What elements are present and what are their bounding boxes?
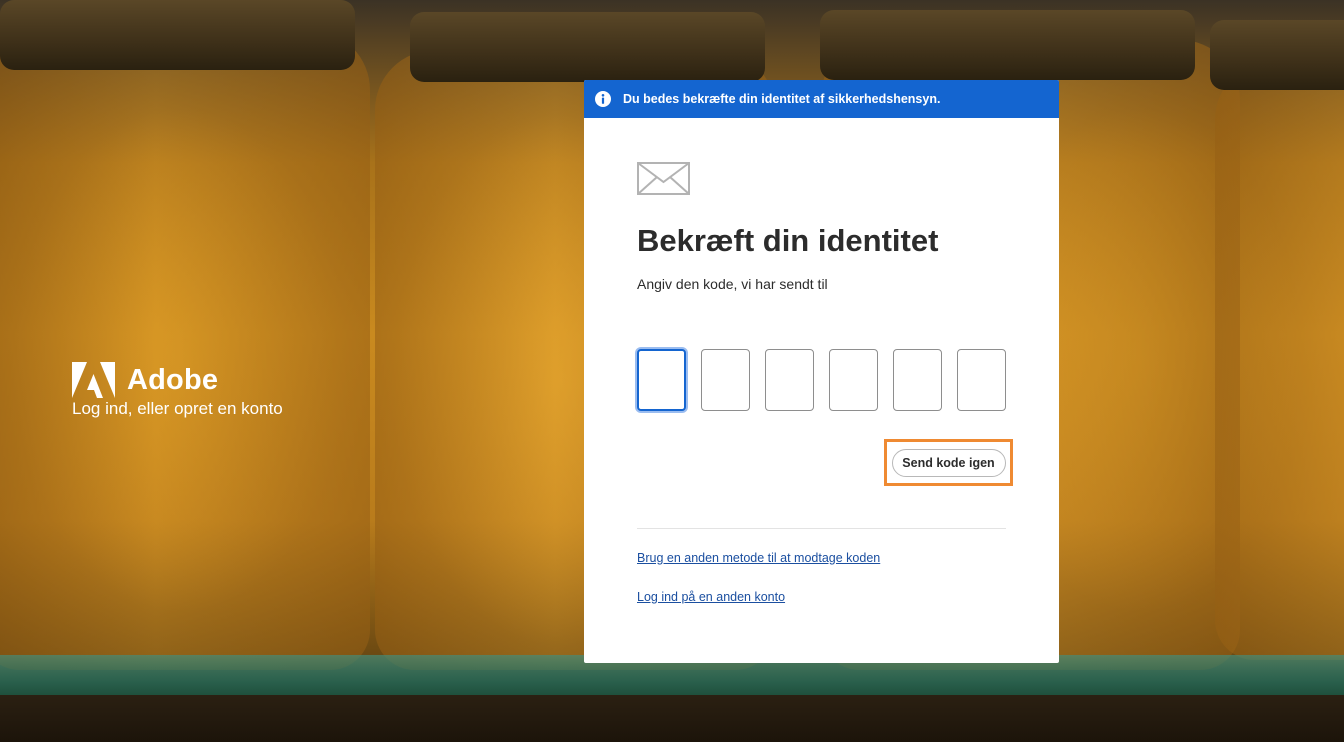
- code-digit-5[interactable]: [893, 349, 942, 411]
- adobe-logo-icon: [72, 362, 115, 398]
- security-banner: Du bedes bekræfte din identitet af sikke…: [584, 80, 1059, 118]
- floor: [0, 695, 1344, 742]
- resend-highlight: Send kode igen: [884, 439, 1013, 486]
- brand-block: Adobe Log ind, eller opret en konto: [72, 362, 283, 419]
- code-input-row: [637, 349, 1006, 411]
- page-title: Bekræft din identitet: [637, 223, 939, 258]
- honey-jar: [1215, 60, 1344, 660]
- brand-row: Adobe: [72, 362, 283, 398]
- other-method-link[interactable]: Brug en anden metode til at modtage kode…: [637, 551, 880, 565]
- code-digit-6[interactable]: [957, 349, 1006, 411]
- jar-lid: [0, 0, 355, 70]
- divider: [637, 528, 1006, 529]
- jar-lid: [410, 12, 765, 82]
- info-icon: [595, 91, 611, 107]
- honey-jar: [0, 30, 370, 670]
- jar-lid: [1210, 20, 1344, 90]
- resend-code-button[interactable]: Send kode igen: [891, 448, 1006, 477]
- code-digit-2[interactable]: [701, 349, 750, 411]
- code-digit-3[interactable]: [765, 349, 814, 411]
- brand-tagline: Log ind, eller opret en konto: [72, 399, 283, 418]
- other-account-link[interactable]: Log ind på en anden konto: [637, 590, 785, 604]
- jar-lid: [820, 10, 1195, 80]
- banner-text: Du bedes bekræfte din identitet af sikke…: [623, 92, 941, 106]
- mail-icon: [637, 162, 690, 195]
- code-digit-1[interactable]: [637, 349, 686, 411]
- page-subtitle: Angiv den kode, vi har sendt til: [637, 276, 828, 292]
- verification-card: Du bedes bekræfte din identitet af sikke…: [584, 80, 1059, 663]
- code-digit-4[interactable]: [829, 349, 878, 411]
- brand-name: Adobe: [127, 363, 219, 396]
- card-content: Bekræft din identitet Angiv den kode, vi…: [584, 118, 1059, 411]
